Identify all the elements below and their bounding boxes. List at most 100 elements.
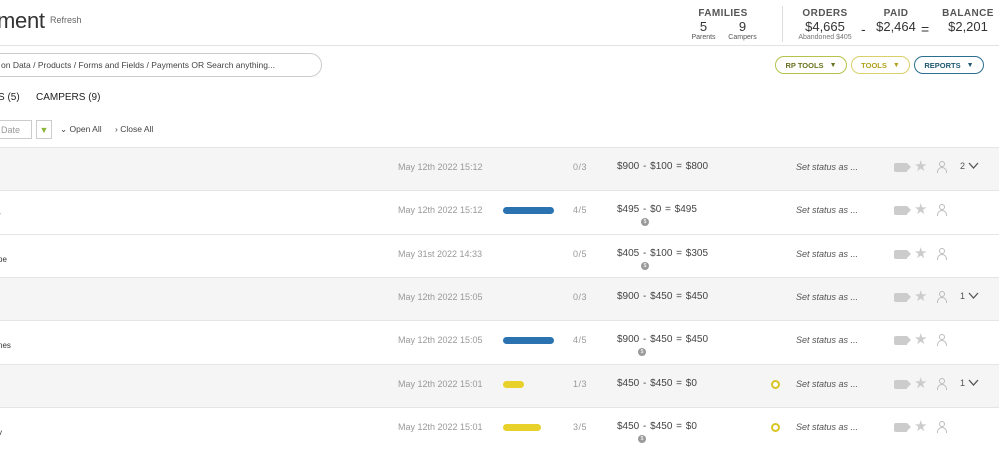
- chevron-down-icon[interactable]: [968, 288, 979, 299]
- set-status-dropdown[interactable]: Set status as ...: [796, 162, 858, 172]
- parents-count: 5: [699, 19, 708, 34]
- row-balance: $900 - $450 = $450: [617, 334, 709, 346]
- row-progress-count: 1/3: [573, 378, 588, 389]
- row-date: May 12th 2022 15:12: [398, 162, 483, 172]
- orders-value: $4,665: [805, 19, 845, 34]
- star-icon[interactable]: ★: [914, 374, 927, 392]
- rp-tools-button[interactable]: RP TOOLS ▼: [775, 56, 847, 74]
- chevron-right-icon: ›: [115, 124, 118, 134]
- row-progress-count: 4/5: [573, 335, 588, 346]
- paid-label: PAID: [883, 8, 909, 19]
- balance-stat: BALANCE $2,201: [940, 8, 996, 34]
- user-icon[interactable]: [937, 290, 947, 303]
- row-progress-count: 3/5: [573, 421, 588, 432]
- row-progress-count: 0/5: [573, 248, 588, 259]
- chevron-down-icon[interactable]: [968, 375, 979, 386]
- user-icon[interactable]: [937, 334, 947, 347]
- star-icon[interactable]: ★: [914, 417, 927, 435]
- set-status-dropdown[interactable]: Set status as ...: [796, 205, 858, 215]
- abandoned-value: $405: [836, 34, 852, 41]
- camper-row[interactable]: v May 12th 2022 15:01 3/5 $450 - $450 = $0 $…: [0, 406, 999, 450]
- campers-label: Campers: [728, 34, 757, 41]
- open-all-button[interactable]: ⌄ Open All: [60, 124, 102, 135]
- families-stat: FAMILIES 5 Parents 9 Campers: [680, 8, 766, 41]
- star-icon[interactable]: ★: [914, 200, 927, 218]
- balance-value: $2,201: [948, 19, 988, 34]
- progress-bar: [503, 423, 542, 431]
- tag-icon[interactable]: [894, 206, 911, 216]
- tag-icon[interactable]: [894, 249, 911, 259]
- row-date: May 12th 2022 15:05: [398, 335, 483, 346]
- progress-bar: [503, 337, 555, 345]
- reports-button[interactable]: REPORTS ▼: [914, 56, 984, 74]
- equals-operator: =: [921, 21, 930, 37]
- info-badge-icon[interactable]: $: [641, 218, 649, 227]
- row-name[interactable]: pe: [0, 255, 7, 264]
- caret-down-icon: ▼: [39, 125, 49, 135]
- camper-row[interactable]: pe May 31st 2022 14:33 0/5 $405 - $100 = $3…: [0, 233, 999, 277]
- user-icon[interactable]: [937, 377, 947, 390]
- star-icon[interactable]: ★: [914, 287, 927, 305]
- orders-label: ORDERS: [802, 8, 848, 19]
- abandoned-label: Abandoned: [798, 34, 835, 41]
- tab-families[interactable]: S (5): [0, 92, 20, 103]
- camper-row[interactable]: nes May 12th 2022 15:05 4/5 $900 - $450 = $…: [0, 320, 999, 363]
- row-name[interactable]: r: [0, 211, 1, 220]
- search-input[interactable]: on Data / Products / Forms and Fields / …: [0, 53, 322, 77]
- set-status-dropdown[interactable]: Set status as ...: [796, 249, 858, 259]
- parents-label: Parents: [691, 34, 716, 41]
- progress-bar: [503, 207, 555, 215]
- row-progress-count: 4/5: [573, 205, 588, 216]
- tools-label: TOOLS: [861, 60, 887, 70]
- set-status-dropdown[interactable]: Set status as ...: [796, 422, 858, 432]
- gear-icon[interactable]: [771, 422, 780, 432]
- expand-count: 1: [960, 377, 966, 388]
- tag-icon[interactable]: [894, 422, 911, 432]
- tag-icon[interactable]: [894, 292, 911, 302]
- chevron-down-icon[interactable]: [968, 158, 979, 169]
- family-row[interactable]: May 12th 2022 15:12 0/3 $900 - $100 = $800…: [0, 147, 999, 190]
- star-icon[interactable]: ★: [914, 157, 927, 175]
- expand-count: 1: [960, 290, 966, 301]
- user-icon[interactable]: [937, 420, 947, 433]
- progress-bar: [503, 380, 525, 388]
- caret-down-icon: ▼: [966, 61, 974, 69]
- page-title: ment: [0, 8, 45, 33]
- info-badge-icon[interactable]: $: [638, 348, 646, 357]
- set-status-dropdown[interactable]: Set status as ...: [796, 335, 858, 345]
- balance-label: BALANCE: [942, 8, 994, 19]
- tag-icon[interactable]: [894, 163, 911, 172]
- date-filter-input[interactable]: Date: [0, 120, 32, 139]
- close-all-button[interactable]: › Close All: [115, 124, 153, 134]
- tools-button[interactable]: TOOLS ▼: [851, 56, 910, 74]
- refresh-link[interactable]: Refresh: [50, 15, 82, 25]
- row-date: May 12th 2022 15:12: [398, 205, 483, 216]
- row-progress-count: 0/3: [573, 162, 588, 172]
- user-icon[interactable]: [937, 161, 947, 173]
- row-balance: $450 - $450 = $0: [617, 377, 697, 389]
- caret-down-icon: ▼: [829, 61, 837, 69]
- gear-icon[interactable]: [771, 379, 780, 389]
- tab-campers[interactable]: CAMPERS (9): [36, 92, 100, 103]
- tag-icon[interactable]: [894, 336, 911, 346]
- expand-count: 2: [960, 161, 966, 171]
- user-icon[interactable]: [937, 204, 947, 217]
- info-badge-icon[interactable]: $: [641, 261, 649, 270]
- header-divider: [0, 45, 999, 46]
- filter-dropdown-button[interactable]: ▼: [36, 120, 52, 139]
- star-icon[interactable]: ★: [914, 330, 927, 348]
- set-status-dropdown[interactable]: Set status as ...: [796, 379, 858, 389]
- tag-icon[interactable]: [894, 379, 911, 389]
- user-icon[interactable]: [937, 247, 947, 260]
- row-name[interactable]: v: [0, 428, 2, 437]
- info-badge-icon[interactable]: $: [638, 434, 646, 443]
- family-row[interactable]: May 12th 2022 15:01 1/3 $450 - $450 = $0 Se…: [0, 363, 999, 407]
- camper-row[interactable]: r May 12th 2022 15:12 4/5 $495 - $0 = $495 $…: [0, 190, 999, 233]
- star-icon[interactable]: ★: [914, 244, 927, 262]
- families-label: FAMILIES: [698, 8, 748, 19]
- family-row[interactable]: May 12th 2022 15:05 0/3 $900 - $450 = $450…: [0, 276, 999, 320]
- set-status-dropdown[interactable]: Set status as ...: [796, 292, 858, 302]
- caret-down-icon: ▼: [892, 61, 900, 69]
- row-balance: $405 - $100 = $305: [617, 247, 709, 259]
- row-name[interactable]: nes: [0, 341, 11, 350]
